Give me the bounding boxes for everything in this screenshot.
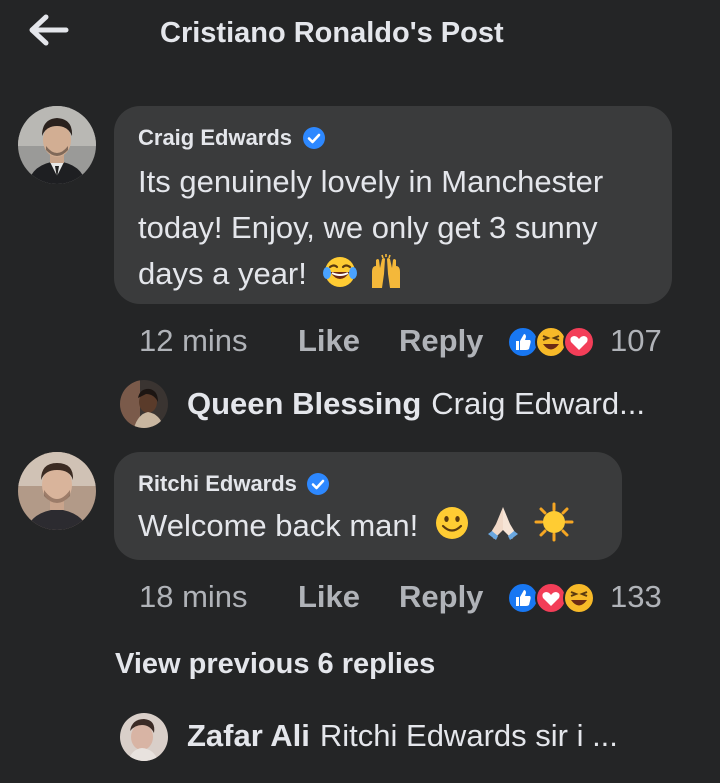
comment-meta: 12 mins bbox=[139, 323, 248, 359]
reply-preview[interactable]: Zafar Ali Ritchi Edwards sir i ... bbox=[187, 718, 618, 754]
haha-reaction-icon bbox=[563, 582, 595, 614]
verified-badge-icon bbox=[302, 127, 325, 149]
like-button[interactable]: Like bbox=[298, 579, 360, 615]
laughing-tears-emoji-icon bbox=[322, 257, 357, 287]
reply-button[interactable]: Reply bbox=[399, 323, 483, 359]
like-label: Like bbox=[298, 323, 361, 358]
reply-preview[interactable]: Queen Blessing Craig Edward... bbox=[187, 386, 645, 422]
avatar-zafar-ali[interactable] bbox=[120, 713, 168, 761]
comment-text: Welcome back man! bbox=[138, 502, 574, 549]
smiling-face-emoji-icon bbox=[435, 507, 468, 539]
reply-label: Reply bbox=[399, 579, 484, 614]
comment-author[interactable]: Ritchi Edwards bbox=[138, 471, 297, 497]
love-reaction-icon bbox=[563, 326, 595, 358]
folded-hands-emoji-icon bbox=[487, 507, 518, 540]
like-reaction-icon bbox=[507, 582, 539, 614]
avatar-queen-blessing[interactable] bbox=[120, 380, 168, 428]
like-button[interactable]: Like bbox=[298, 323, 360, 359]
comment-meta: 18 mins bbox=[139, 579, 248, 615]
reply-snippet: Ritchi Edwards sir i ... bbox=[319, 718, 618, 753]
comment-author[interactable]: Craig Edwards bbox=[138, 125, 292, 151]
reply-author: Queen Blessing bbox=[187, 386, 422, 421]
raising-hands-emoji-icon bbox=[372, 254, 401, 288]
like-reaction-icon bbox=[507, 326, 539, 358]
comment-text-line: Its genuinely lovely in Manchester bbox=[138, 164, 604, 199]
view-previous-replies-link[interactable]: View previous 6 replies bbox=[115, 648, 435, 681]
verified-badge-icon bbox=[307, 473, 330, 495]
reply-button[interactable]: Reply bbox=[399, 579, 483, 615]
comment-timestamp: 18 mins bbox=[139, 579, 248, 614]
avatar-craig-edwards[interactable] bbox=[18, 106, 96, 184]
comment-bubble[interactable]: Craig Edwards Its genuinely lovely in Ma… bbox=[114, 106, 672, 304]
reaction-count[interactable]: 107 bbox=[610, 323, 662, 359]
comment-bubble[interactable]: Ritchi Edwards Welcome back man! bbox=[114, 452, 622, 560]
sun-emoji-icon bbox=[534, 502, 574, 542]
reply-snippet: Craig Edward... bbox=[431, 386, 645, 421]
reaction-count[interactable]: 133 bbox=[610, 579, 662, 615]
like-label: Like bbox=[298, 579, 361, 614]
header-bar: Cristiano Ronaldo's Post bbox=[0, 0, 720, 70]
comment-text-line: today! Enjoy, we only get 3 sunny bbox=[138, 210, 598, 245]
back-arrow-icon[interactable] bbox=[26, 12, 70, 48]
reply-label: Reply bbox=[399, 323, 484, 358]
comment-text: Its genuinely lovely in Manchester today… bbox=[138, 159, 603, 297]
reply-author: Zafar Ali bbox=[187, 718, 310, 753]
comment-text-span: Welcome back man! bbox=[138, 508, 419, 543]
comment-text-span: days a year! bbox=[138, 256, 307, 291]
comment-text-line: days a year! bbox=[138, 251, 603, 297]
love-reaction-icon bbox=[535, 582, 567, 614]
reaction-icons[interactable] bbox=[506, 325, 598, 359]
page-title: Cristiano Ronaldo's Post bbox=[160, 17, 504, 49]
avatar-ritchi-edwards[interactable] bbox=[18, 452, 96, 530]
comment-timestamp: 12 mins bbox=[139, 323, 248, 358]
haha-reaction-icon bbox=[535, 326, 567, 358]
reaction-icons[interactable] bbox=[506, 581, 598, 615]
